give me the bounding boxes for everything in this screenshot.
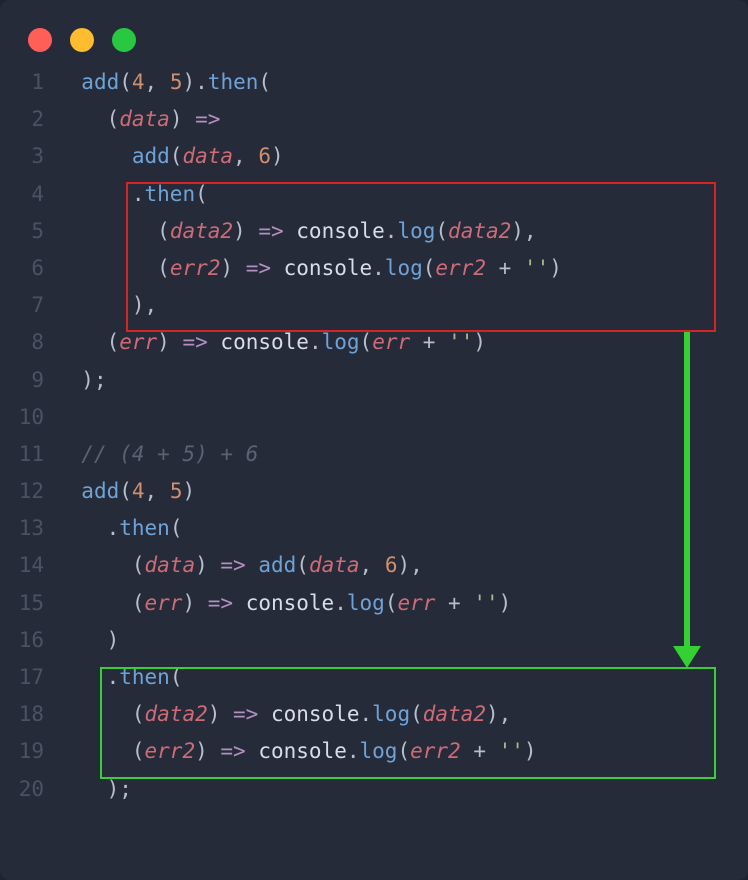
line-number: 11 [10, 442, 56, 466]
code-content: ), [56, 293, 157, 317]
code-content: ) [56, 628, 119, 652]
code-line: 7 ), [10, 293, 748, 330]
code-line: 13 .then( [10, 516, 748, 553]
code-content: (err) => console.log(err + '') [56, 330, 486, 354]
code-window: 1 add(4, 5).then( 2 (data) => 3 add(data… [0, 0, 748, 880]
line-number: 1 [10, 70, 56, 94]
line-number: 13 [10, 516, 56, 540]
code-line: 11 // (4 + 5) + 6 [10, 442, 748, 479]
window-controls [0, 18, 748, 70]
code-line: 16 ) [10, 628, 748, 665]
code-line: 5 (data2) => console.log(data2), [10, 219, 748, 256]
code-content: .then( [56, 665, 182, 689]
code-line: 6 (err2) => console.log(err2 + '') [10, 256, 748, 293]
code-content: (data2) => console.log(data2), [56, 702, 511, 726]
code-line: 8 (err) => console.log(err + '') [10, 330, 748, 367]
line-number: 4 [10, 182, 56, 206]
close-icon[interactable] [28, 28, 52, 52]
line-number: 10 [10, 405, 56, 429]
code-content: (err2) => console.log(err2 + '') [56, 256, 562, 280]
code-content: (err2) => console.log(err2 + '') [56, 739, 537, 763]
code-line: 3 add(data, 6) [10, 144, 748, 181]
code-content: add(4, 5) [56, 479, 195, 503]
code-line: 17 .then( [10, 665, 748, 702]
line-number: 7 [10, 293, 56, 317]
code-line: 9 ); [10, 368, 748, 405]
code-content: .then( [56, 182, 208, 206]
arrow-line [684, 332, 690, 650]
code-content: (data) => add(data, 6), [56, 553, 423, 577]
code-content: ); [56, 777, 132, 801]
code-line: 10 [10, 405, 748, 442]
line-number: 5 [10, 219, 56, 243]
code-line: 15 (err) => console.log(err + '') [10, 591, 748, 628]
code-line: 14 (data) => add(data, 6), [10, 553, 748, 590]
line-number: 20 [10, 777, 56, 801]
code-line: 19 (err2) => console.log(err2 + '') [10, 739, 748, 776]
line-number: 12 [10, 479, 56, 503]
zoom-icon[interactable] [112, 28, 136, 52]
line-number: 3 [10, 144, 56, 168]
line-number: 16 [10, 628, 56, 652]
code-content: // (4 + 5) + 6 [56, 442, 258, 466]
line-number: 2 [10, 107, 56, 131]
line-number: 8 [10, 330, 56, 354]
line-number: 19 [10, 739, 56, 763]
line-number: 9 [10, 368, 56, 392]
code-content: add(4, 5).then( [56, 70, 271, 94]
line-number: 6 [10, 256, 56, 280]
line-number: 14 [10, 553, 56, 577]
code-content: (data2) => console.log(data2), [56, 219, 537, 243]
code-line: 18 (data2) => console.log(data2), [10, 702, 748, 739]
line-number: 15 [10, 591, 56, 615]
code-content: .then( [56, 516, 182, 540]
code-line: 2 (data) => [10, 107, 748, 144]
code-line: 1 add(4, 5).then( [10, 70, 748, 107]
minimize-icon[interactable] [70, 28, 94, 52]
code-content: (err) => console.log(err + '') [56, 591, 511, 615]
code-content: add(data, 6) [56, 144, 284, 168]
code-line: 20 ); [10, 777, 748, 814]
line-number: 17 [10, 665, 56, 689]
code-line: 12 add(4, 5) [10, 479, 748, 516]
code-line: 4 .then( [10, 182, 748, 219]
code-editor: 1 add(4, 5).then( 2 (data) => 3 add(data… [0, 70, 748, 814]
code-content: (data) => [56, 107, 220, 131]
arrow-down-icon [673, 646, 701, 668]
code-content: ); [56, 368, 107, 392]
line-number: 18 [10, 702, 56, 726]
